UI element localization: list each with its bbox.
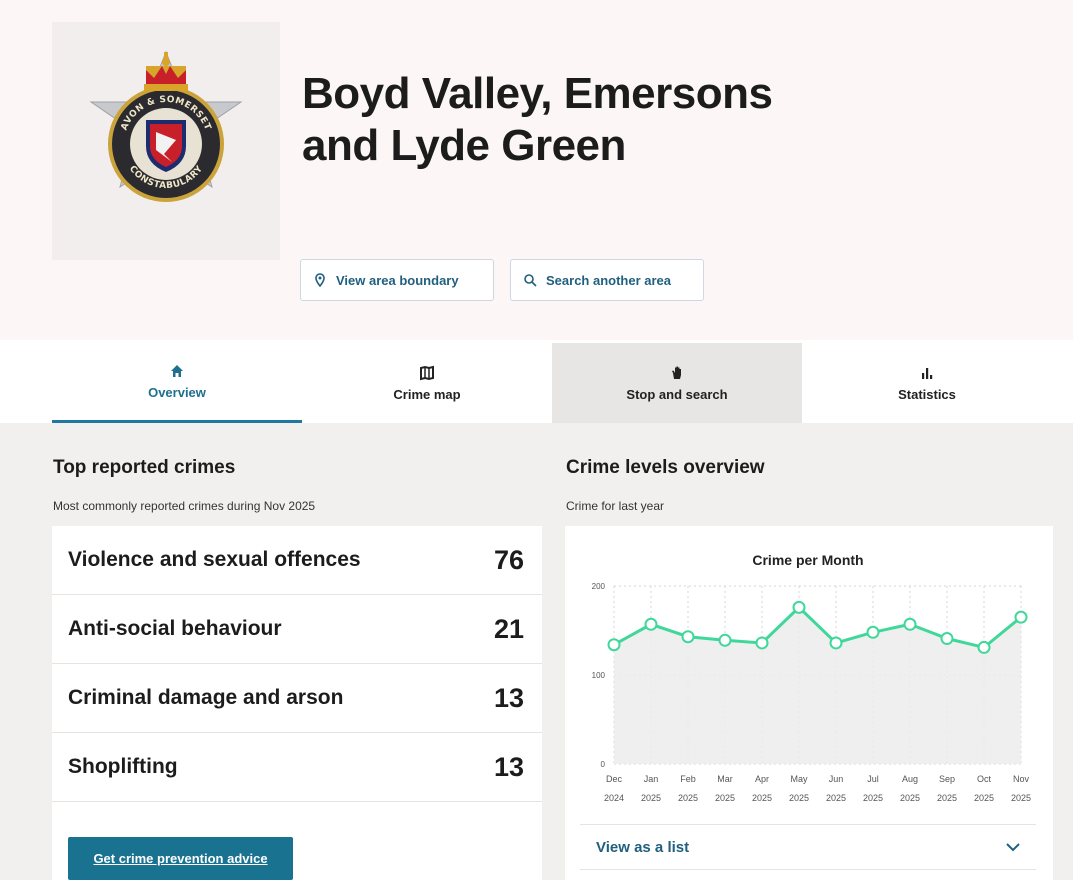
constabulary-logo: AVON & SOMERSET CONSTABULARY (52, 22, 280, 260)
chart-x-tick-year: 2025 (974, 793, 994, 803)
map-icon (420, 365, 434, 380)
chart-x-tick-year: 2024 (604, 793, 624, 803)
chart-x-tick-year: 2025 (789, 793, 809, 803)
chart-point (644, 617, 658, 631)
chart-x-tick: Feb (680, 774, 696, 784)
search-another-area-label: Search another area (546, 272, 672, 288)
bar-chart-icon (922, 367, 933, 379)
chart-x-tick: Dec (606, 774, 623, 784)
chart-x-tick: Jun (829, 774, 844, 784)
chart-x-tick: May (790, 774, 808, 784)
page-title: Boyd Valley, Emersons and Lyde Green (302, 69, 773, 170)
view-as-list-label: View as a list (596, 838, 690, 856)
chart-point (829, 636, 843, 650)
chart-x-tick-year: 2025 (715, 793, 735, 803)
chart-x-tick: Apr (755, 774, 769, 784)
hand-icon (672, 366, 681, 379)
tab-stop-and-search-label: Stop and search (626, 386, 728, 402)
chart-point (718, 633, 732, 647)
crime-count: 13 (493, 682, 524, 713)
view-area-boundary-button[interactable]: View area boundary (300, 259, 494, 301)
chart-x-tick: Nov (1013, 774, 1030, 784)
chart-y-tick: 200 (592, 582, 606, 591)
crime-name: Criminal damage and arson (68, 686, 344, 709)
chart-y-tick: 100 (592, 671, 606, 680)
chart-x-tick-year: 2025 (1011, 793, 1031, 803)
list-item: Violence and sexual offences 76 (52, 526, 542, 595)
crime-levels-subtitle: Crime for last year (566, 499, 665, 513)
crime-count: 13 (493, 751, 524, 782)
chart-x-tick-year: 2025 (826, 793, 846, 803)
chart-point (940, 632, 954, 646)
chart-x-tick-year: 2025 (678, 793, 698, 803)
top-crimes-list: Violence and sexual offences 76 Anti-soc… (52, 526, 542, 880)
search-icon (524, 274, 537, 287)
chart-point (681, 630, 695, 644)
chart-point (1014, 610, 1028, 624)
chart-title: Crime per Month (752, 552, 863, 568)
section-tabs: Overview Crime map Stop and search Stati… (52, 343, 1073, 423)
top-reported-crimes-title: Top reported crimes (53, 457, 236, 478)
chart-y-tick: 0 (601, 760, 606, 769)
crime-count: 76 (493, 544, 524, 575)
crime-per-month-chart: Crime per Month 0 100 200 Dec 2024 Jan 2025 Feb 2… (592, 552, 1031, 803)
chart-x-tick-year: 2025 (863, 793, 883, 803)
chart-point (977, 640, 991, 654)
top-reported-crimes-subtitle: Most commonly reported crimes during Nov… (53, 499, 316, 513)
chart-x-tick: Aug (902, 774, 918, 784)
tab-stop-and-search[interactable]: Stop and search (552, 343, 802, 423)
chart-x-tick: Sep (939, 774, 955, 784)
chart-x-tick-year: 2025 (752, 793, 772, 803)
chart-x-tick: Oct (977, 774, 992, 784)
chart-x-tick: Jul (867, 774, 879, 784)
crime-levels-title: Crime levels overview (566, 457, 765, 478)
chart-point (866, 625, 880, 639)
chart-point (755, 636, 769, 650)
crime-name: Anti-social behaviour (68, 617, 282, 640)
crime-count: 21 (493, 613, 524, 644)
chart-point (607, 638, 621, 652)
list-item: Anti-social behaviour 21 (52, 595, 542, 664)
list-item: Criminal damage and arson 13 (52, 664, 542, 733)
home-icon (171, 365, 183, 377)
area-header: AVON & SOMERSET CONSTABULARY Boyd Valley… (0, 0, 1073, 340)
tab-statistics[interactable]: Statistics (802, 343, 1052, 423)
search-another-area-button[interactable]: Search another area (510, 259, 704, 301)
chart-x-tick: Jan (644, 774, 659, 784)
tab-crime-map[interactable]: Crime map (302, 343, 552, 423)
view-as-list-toggle[interactable]: View as a list (580, 824, 1036, 870)
chart-point (792, 600, 806, 614)
tab-statistics-label: Statistics (898, 386, 956, 402)
chart-x-tick-year: 2025 (641, 793, 661, 803)
chart-x-tick-year: 2025 (937, 793, 957, 803)
view-area-boundary-label: View area boundary (336, 272, 459, 288)
tab-overview-label: Overview (148, 385, 206, 400)
crime-name: Violence and sexual offences (68, 548, 361, 571)
crime-prevention-advice-button[interactable]: Get crime prevention advice (68, 837, 293, 880)
list-item: Shoplifting 13 (52, 733, 542, 802)
tab-overview[interactable]: Overview (52, 343, 302, 423)
chart-x-tick: Mar (717, 774, 733, 784)
location-pin-icon (315, 273, 325, 287)
chart-point (903, 617, 917, 631)
chart-x-tick-year: 2025 (900, 793, 920, 803)
crime-name: Shoplifting (68, 755, 178, 778)
tab-crime-map-label: Crime map (393, 386, 461, 402)
chevron-down-icon (1006, 843, 1020, 852)
